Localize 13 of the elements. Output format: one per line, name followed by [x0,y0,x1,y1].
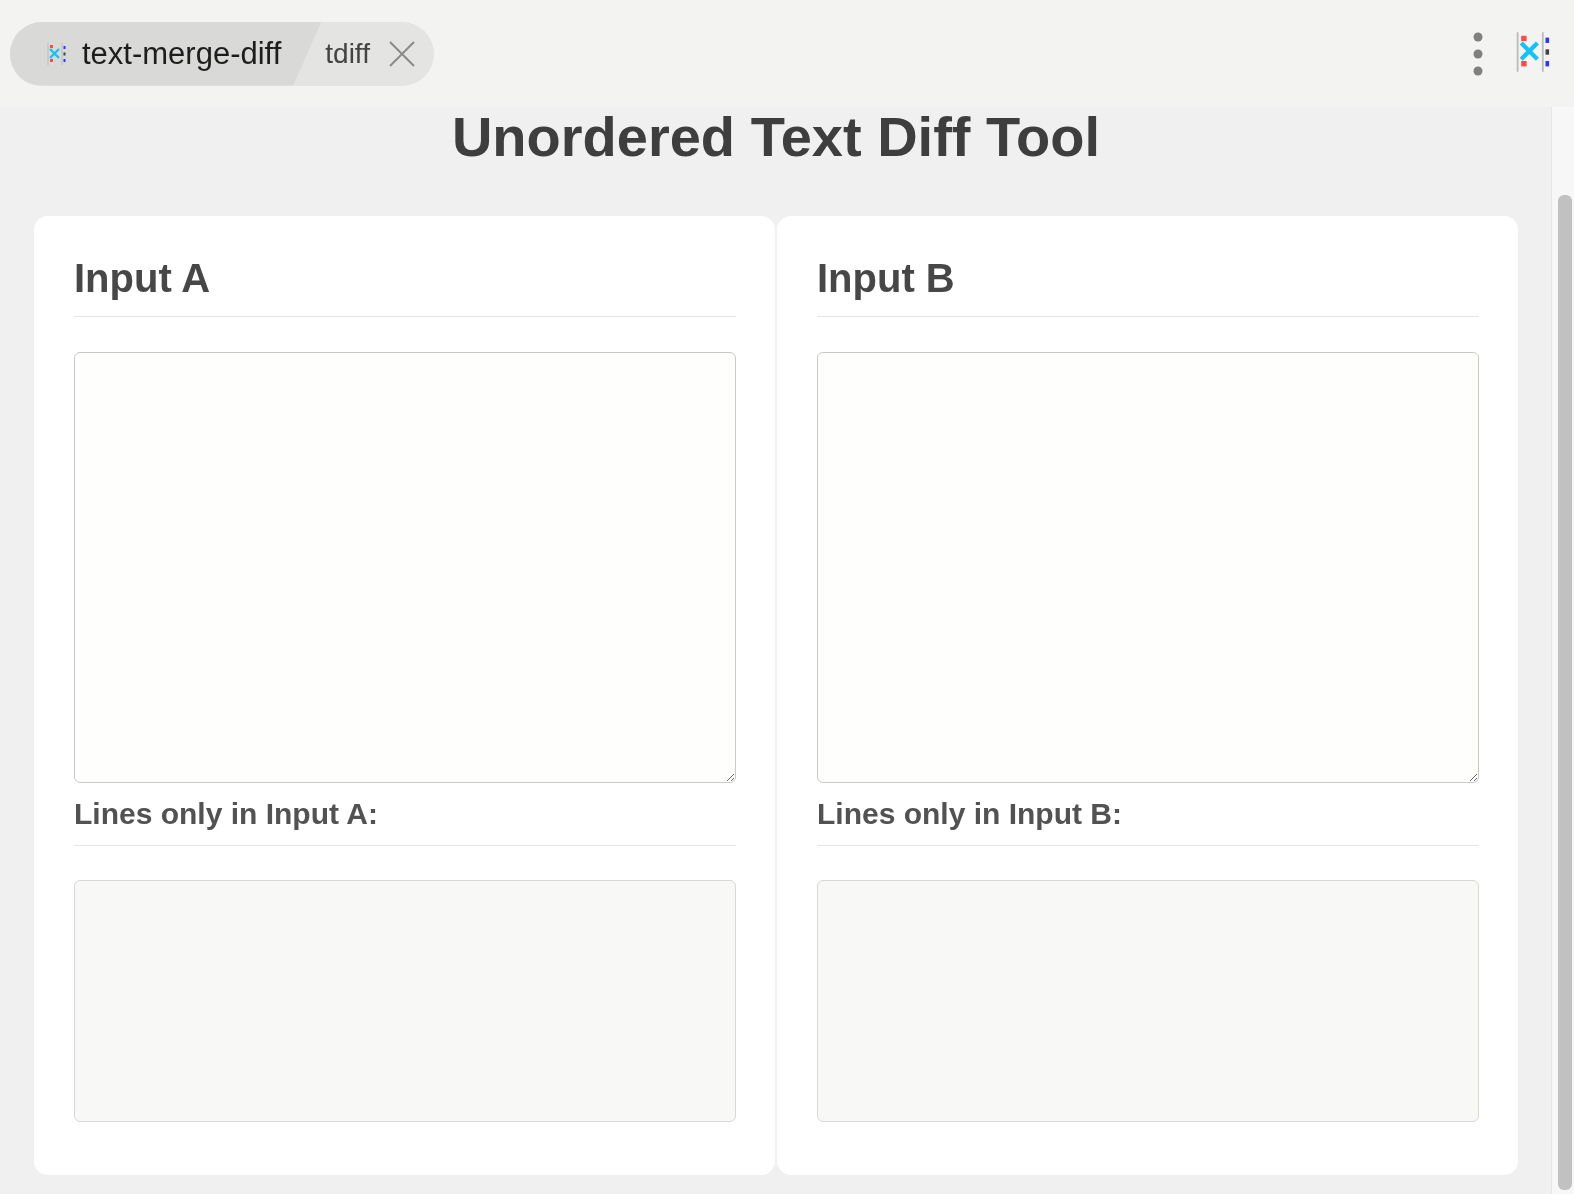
app-logo-icon [46,41,66,66]
close-icon[interactable] [387,39,416,68]
input-field[interactable] [74,352,736,783]
tab-title: tdiff [324,36,370,71]
result-label: Lines only in Input B: [817,797,1479,846]
result-label: Lines only in Input A: [74,797,736,846]
app-tab[interactable]: text-merge-diff [10,21,322,86]
input-field[interactable] [817,352,1479,783]
card-heading: Input A [74,256,736,317]
more-menu-icon[interactable] [1472,31,1484,76]
page-title: Unordered Text Diff Tool [451,109,1101,170]
scrollbar-thumb[interactable] [1558,195,1572,1190]
card-heading: Input B [817,256,1479,317]
